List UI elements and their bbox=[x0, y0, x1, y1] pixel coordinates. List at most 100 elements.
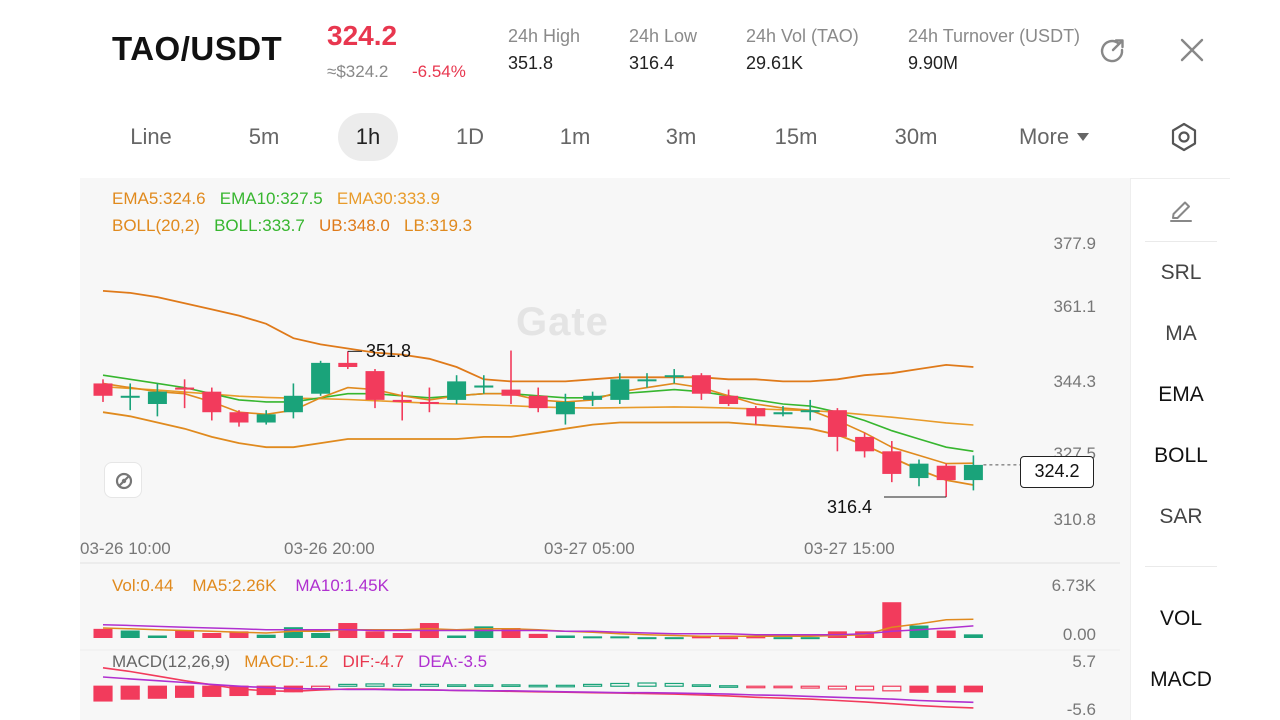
divider bbox=[1145, 241, 1217, 242]
volume-bar bbox=[963, 634, 983, 638]
macd-histogram-bar bbox=[936, 685, 956, 693]
macd-histogram-bar bbox=[691, 684, 712, 687]
y-axis-label: 361.1 bbox=[1053, 297, 1096, 316]
candle-body bbox=[229, 412, 249, 423]
drawing-tools-icon bbox=[115, 472, 133, 490]
volume-legend: Vol:0.44 MA5:2.26K MA10:1.45K bbox=[112, 576, 389, 596]
candle-body bbox=[256, 414, 276, 423]
boll-value: BOLL:333.7 bbox=[214, 216, 305, 235]
macd-histogram-bar bbox=[882, 685, 902, 692]
hexagon-settings-icon[interactable] bbox=[1168, 121, 1200, 153]
macd-histogram-bar bbox=[963, 685, 984, 693]
candle-body bbox=[719, 395, 739, 405]
volume-bar bbox=[936, 630, 956, 638]
candle-body bbox=[773, 412, 793, 415]
macd-histogram-bar bbox=[365, 683, 385, 687]
candle-body bbox=[827, 410, 847, 437]
volume-bar bbox=[93, 628, 113, 638]
macd-histogram-bar bbox=[773, 685, 793, 689]
vol-value: Vol:0.44 bbox=[112, 576, 174, 595]
y-axis-label: 344.3 bbox=[1053, 372, 1096, 391]
macd-legend: MACD(12,26,9) MACD:-1.2 DIF:-4.7 DEA:-3.… bbox=[112, 652, 487, 672]
candle-body bbox=[120, 395, 140, 398]
indicator-macd[interactable]: MACD bbox=[1131, 668, 1231, 692]
macd-histogram-bar bbox=[202, 685, 222, 697]
candle-body bbox=[447, 381, 467, 400]
macd-histogram-bar bbox=[909, 685, 929, 693]
volume-bar bbox=[202, 633, 222, 638]
vol-ma5-value: MA5:2.26K bbox=[192, 576, 277, 595]
volume-axis-label: 0.00 bbox=[1062, 625, 1096, 644]
boll-lb-value: LB:319.3 bbox=[404, 216, 473, 235]
high-annotation: 351.8 bbox=[366, 341, 412, 361]
candle-body bbox=[855, 436, 875, 452]
indicator-srl[interactable]: SRL bbox=[1131, 261, 1231, 285]
macd-histogram-bar bbox=[528, 684, 548, 688]
volume-axis-label: 6.73K bbox=[1051, 576, 1096, 595]
macd-histogram-bar bbox=[800, 685, 820, 689]
candle-body bbox=[610, 379, 630, 400]
volume-bar bbox=[610, 636, 630, 639]
candle-body bbox=[936, 465, 956, 481]
candle-body bbox=[147, 391, 167, 405]
macd-histogram-bar bbox=[637, 682, 657, 687]
drawing-tools-button[interactable] bbox=[104, 462, 142, 498]
indicator-ma[interactable]: MA bbox=[1131, 322, 1231, 346]
volume-bar bbox=[311, 633, 331, 638]
boll-legend: BOLL(20,2) BOLL:333.7 UB:348.0 LB:319.3 bbox=[112, 216, 472, 236]
macd-histogram-bar bbox=[474, 684, 494, 687]
indicator-ema[interactable]: EMA bbox=[1131, 383, 1231, 407]
macd-histogram-bar bbox=[854, 685, 875, 691]
candle-body bbox=[963, 464, 983, 481]
y-axis-label: 377.9 bbox=[1053, 234, 1096, 253]
macd-histogram-bar bbox=[501, 684, 521, 687]
ema10-value: EMA10:327.5 bbox=[219, 189, 323, 208]
indicator-boll[interactable]: BOLL bbox=[1131, 444, 1231, 468]
volume-bar bbox=[555, 635, 575, 638]
macd-histogram-bar bbox=[419, 683, 439, 687]
candle-body bbox=[909, 463, 929, 479]
ema30-value: EMA30:333.9 bbox=[336, 189, 440, 208]
candlestick-chart[interactable] bbox=[0, 0, 1130, 720]
volume-bar bbox=[256, 634, 276, 638]
volume-bar bbox=[773, 637, 793, 640]
macd-axis-label: 5.7 bbox=[1072, 652, 1096, 671]
macd-histogram-bar bbox=[392, 683, 412, 687]
candle-body bbox=[365, 371, 385, 400]
indicator-sar[interactable]: SAR bbox=[1131, 505, 1231, 529]
indicator-vol[interactable]: VOL bbox=[1131, 607, 1231, 631]
macd-histogram-bar bbox=[827, 685, 848, 690]
candle-body bbox=[528, 395, 548, 409]
boll-params: BOLL(20,2) bbox=[112, 216, 200, 235]
candle-body bbox=[175, 387, 195, 390]
candle-body bbox=[93, 383, 113, 396]
macd-histogram-bar bbox=[175, 685, 195, 698]
volume-bar bbox=[637, 637, 657, 640]
candle-body bbox=[746, 408, 766, 417]
candle-body bbox=[664, 375, 684, 378]
candle-body bbox=[311, 362, 331, 394]
macd-axis-label: -5.6 bbox=[1066, 700, 1096, 719]
close-icon[interactable] bbox=[1176, 34, 1208, 66]
macd-histogram-bar bbox=[447, 684, 467, 687]
pencil-icon[interactable] bbox=[1167, 197, 1195, 225]
volume-bar bbox=[365, 631, 385, 638]
ema5-value: EMA5:324.6 bbox=[112, 189, 206, 208]
macd-histogram-bar bbox=[338, 683, 358, 687]
x-axis-label: 03-26 20:00 bbox=[284, 539, 375, 558]
dif-value: DIF:-4.7 bbox=[342, 652, 404, 671]
macd-value: MACD:-1.2 bbox=[244, 652, 329, 671]
x-axis-label: 03-26 10:00 bbox=[80, 539, 171, 558]
candle-body bbox=[474, 385, 494, 388]
volume-bar bbox=[528, 633, 548, 638]
ema-legend: EMA5:324.6 EMA10:327.5 EMA30:333.9 bbox=[112, 189, 440, 209]
low-annotation: 316.4 bbox=[827, 497, 873, 517]
candle-body bbox=[501, 389, 521, 396]
macd-histogram-bar bbox=[582, 683, 603, 687]
dea-value: DEA:-3.5 bbox=[418, 652, 488, 671]
volume-bar bbox=[583, 636, 603, 639]
boll-upper-band bbox=[102, 290, 974, 383]
boll-ub-value: UB:348.0 bbox=[318, 216, 390, 235]
candle-body bbox=[583, 395, 603, 400]
macd-params: MACD(12,26,9) bbox=[112, 652, 231, 671]
